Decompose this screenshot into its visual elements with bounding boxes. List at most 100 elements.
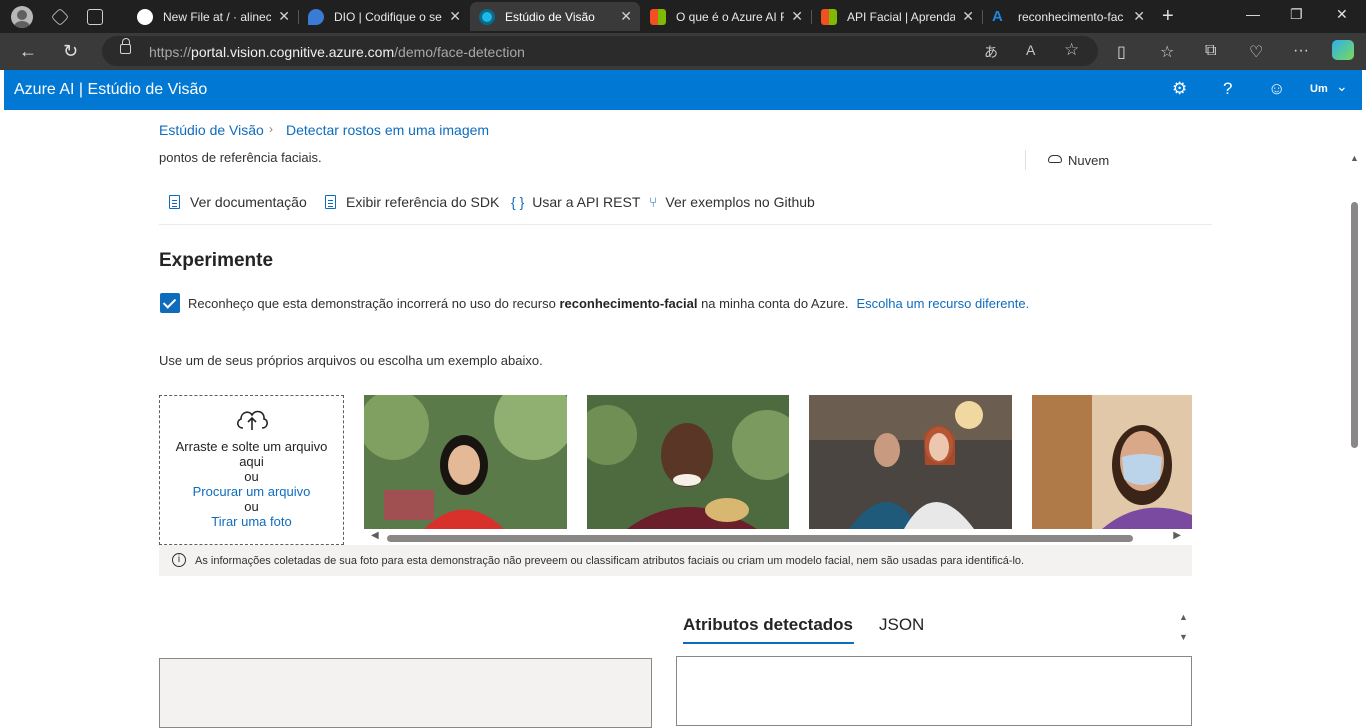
chevron-down-icon[interactable]: ⌄ [1336,78,1348,95]
close-tab-icon[interactable]: ✕ [962,8,974,25]
feedback-smiley-icon[interactable]: ☺ [1268,79,1285,99]
browser-tab-5[interactable]: API Facial | Aprenda ✕ [812,2,983,31]
consent-checkbox[interactable] [160,293,180,313]
main-content: Estúdio de Visão › Detectar rostos em um… [4,110,1362,728]
workspaces-icon[interactable] [50,7,70,26]
tab-title: New File at / · alinec [163,9,271,24]
browser-tab-strip: New File at / · alinec ✕ DIO | Codifique… [0,0,1366,33]
close-tab-icon[interactable]: ✕ [1133,8,1145,25]
page-scrollbar[interactable]: ▲ [1348,150,1362,716]
user-menu[interactable]: Um [1310,83,1328,95]
deployment-label: Nuvem [1068,153,1110,168]
close-window-button[interactable]: ✕ [1336,6,1348,23]
sdk-link[interactable]: Exibir referência do SDK [325,194,499,210]
sample-image-4[interactable] [1032,395,1192,529]
active-tab-indicator [683,642,854,644]
browser-tab-6[interactable]: A reconhecimento-fac ✕ [983,2,1153,31]
scrollbar-thumb[interactable] [387,535,1133,542]
collections-icon[interactable]: ⧉ [1205,42,1216,60]
dio-icon [308,8,324,25]
translate-icon[interactable]: あ [984,42,998,62]
cloud-icon [1048,155,1062,163]
github-icon [137,8,153,25]
tab-title: Estúdio de Visão [505,9,595,24]
change-resource-link[interactable]: Escolha um recurso diferente. [857,296,1030,311]
docs-link[interactable]: Ver documentação [169,194,307,210]
favorites-icon[interactable]: ☆ [1160,42,1174,62]
scroll-left-icon[interactable]: ◀ [371,530,379,541]
back-button[interactable]: ← [19,41,37,61]
sample-image-1[interactable] [364,395,567,529]
upload-hint: Use um de seus próprios arquivos ou esco… [159,353,543,368]
consent-text: Reconheço que esta demonstração incorrer… [188,296,1030,311]
favorite-star-icon[interactable]: ☆ [1064,40,1079,60]
breadcrumb-root[interactable]: Estúdio de Visão [159,122,264,138]
upload-dropzone[interactable]: Arraste e solte um arquivo aqui ou Procu… [159,395,344,545]
microsoft-icon [821,8,837,25]
copilot-icon[interactable] [1332,40,1354,60]
document-icon [325,195,336,209]
close-tab-icon[interactable]: ✕ [791,8,803,25]
cloud-upload-icon [236,410,268,430]
section-heading: Experimente [159,250,274,271]
page-scrollbar-thumb[interactable] [1351,202,1358,448]
vision-studio-icon [479,8,495,25]
take-photo-link[interactable]: Tirar uma foto [160,514,343,529]
browse-file-link[interactable]: Procurar um arquivo [160,484,343,499]
tab-actions-icon[interactable] [87,8,103,25]
close-tab-icon[interactable]: ✕ [278,8,290,25]
image-preview-panel [159,658,652,728]
divider [159,224,1212,225]
tab-title: API Facial | Aprenda [847,9,955,24]
read-aloud-icon[interactable]: A [1026,42,1035,58]
settings-gear-icon[interactable]: ⚙ [1172,79,1187,99]
browser-tab-1[interactable]: New File at / · alinec ✕ [128,2,299,31]
branch-icon: ⑂ [649,194,658,210]
tab-detected-attributes[interactable]: Atributos detectados [683,615,853,635]
or-text: ou [244,469,259,484]
new-tab-button[interactable]: + [1162,5,1174,28]
braces-icon: { } [511,194,525,210]
microsoft-icon [650,8,666,25]
rest-api-link[interactable]: { } Usar a API REST [511,194,640,210]
minimize-button[interactable]: — [1246,6,1260,22]
browser-essentials-icon[interactable]: ♡ [1249,42,1263,62]
document-icon [169,195,180,209]
browser-toolbar: ← ↻ https://portal.vision.cognitive.azur… [0,33,1366,70]
lock-icon [120,38,131,54]
browser-tab-2[interactable]: DIO | Codifique o se ✕ [299,2,469,31]
divider [1025,150,1026,170]
close-tab-icon[interactable]: ✕ [449,8,461,25]
privacy-info-text: As informações coletadas de sua foto par… [195,555,1025,567]
sample-image-3[interactable] [809,395,1012,529]
breadcrumb-current[interactable]: Detectar rostos em uma imagem [286,122,489,138]
app-header: Azure AI | Estúdio de Visão ⚙ ? ☺ Um ⌄ [4,70,1362,110]
close-tab-icon[interactable]: ✕ [620,8,632,25]
tab-title: reconhecimento-fac [1018,9,1124,24]
tab-json[interactable]: JSON [879,615,924,635]
results-scroll-arrows[interactable]: ▲ ▼ [1179,607,1188,647]
address-bar[interactable]: https://portal.vision.cognitive.azure.co… [102,36,1098,66]
azure-icon: A [992,7,1003,25]
samples-scrollbar[interactable]: ◀ ▶ [371,530,1181,543]
chevron-right-icon: › [269,122,273,136]
tab-title: DIO | Codifique o se [334,9,442,24]
url-text: https://portal.vision.cognitive.azure.co… [149,44,525,60]
scroll-right-icon[interactable]: ▶ [1173,530,1181,541]
github-link[interactable]: ⑂ Ver exemplos no Github [649,194,815,210]
refresh-button[interactable]: ↻ [63,41,78,61]
restore-button[interactable]: ❐ [1290,6,1303,23]
scroll-up-icon[interactable]: ▲ [1350,153,1359,163]
page-description: pontos de referência faciais. [159,150,322,165]
browser-tab-3[interactable]: Estúdio de Visão ✕ [470,2,640,31]
split-screen-icon[interactable]: ▯ [1117,42,1126,62]
tab-title: O que é o Azure AI F [676,9,784,24]
privacy-info-bar: i As informações coletadas de sua foto p… [159,545,1192,576]
more-menu-icon[interactable]: ··· [1293,42,1309,60]
sample-image-2[interactable] [587,395,789,529]
browser-tab-4[interactable]: O que é o Azure AI F ✕ [641,2,812,31]
profile-avatar[interactable] [11,5,33,28]
drag-text: Arraste e solte um arquivo aqui [175,439,328,469]
app-title[interactable]: Azure AI | Estúdio de Visão [14,81,207,99]
help-icon[interactable]: ? [1223,79,1232,99]
